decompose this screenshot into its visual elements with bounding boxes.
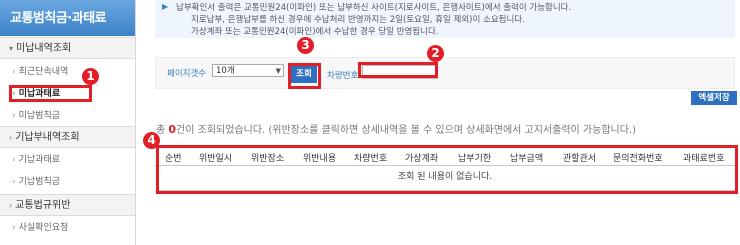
chevron-down-icon: ▼	[275, 67, 281, 75]
bullet-icon: ›	[12, 155, 16, 165]
sidebar-section-violation[interactable]: › 교통법규위반	[0, 194, 135, 216]
chevron-down-icon: ▾	[9, 44, 14, 53]
sidebar-section-label: 기납부내역조회	[15, 132, 80, 143]
annotation-badge-4: 4	[143, 132, 160, 149]
sidebar-section-unpaid[interactable]: ▾ 미납내역조회	[0, 37, 135, 59]
annotation-badge-2: 2	[427, 45, 444, 62]
bullet-icon: ›	[12, 67, 16, 77]
chevron-right-icon: ›	[9, 133, 13, 142]
sidebar-item-label: 기납과태료	[18, 155, 61, 165]
notice-line: 납부확인서 출력은 교통민원24(이파인) 또는 납부하신 사이트(지로사이트,…	[176, 3, 572, 13]
triangle-bullet-icon: ▶	[162, 2, 169, 11]
annotation-badge-3: 3	[297, 37, 314, 54]
sidebar-item-label: 기납범칙금	[18, 177, 61, 187]
annotation-box-2	[358, 62, 438, 78]
annotation-badge-1: 1	[82, 68, 99, 85]
page-count-value: 10개	[216, 66, 235, 76]
sidebar-item-label: 최근단속내역	[18, 67, 69, 77]
excel-save-button[interactable]: 엑셀저장	[691, 91, 737, 105]
sidebar-title: 교통범칙금·과태료	[0, 0, 135, 36]
sidebar: 교통범칙금·과태료 ▾ 미납내역조회 › 최근단속내역 › 미납과태료 › 미납범칙금 …	[0, 0, 136, 245]
page-count-select[interactable]: 10개 ▼	[212, 64, 284, 77]
sidebar-item-recent[interactable]: › 최근단속내역	[0, 64, 135, 80]
bullet-icon: ›	[12, 111, 16, 121]
result-suffix: 건이 조회되었습니다. (위반장소를 클릭하면 상세내역을 볼 수 있으며 상세…	[176, 125, 636, 136]
annotation-box-1	[9, 85, 92, 102]
vehicle-number-label: 차량번호	[327, 71, 359, 81]
sidebar-item-label: 사실확인요청	[18, 223, 69, 233]
notice-line: 지로납부, 은행납부를 하신 경우에 수납처리 반영까지는 2일(토요일, 휴일…	[191, 15, 525, 25]
sidebar-section-label: 교통법규위반	[15, 200, 71, 211]
bullet-icon: ›	[12, 177, 16, 187]
sidebar-item-fact-check[interactable]: › 사실확인요청	[0, 220, 135, 236]
notice-line: 가상계좌 또는 교통민원24(이파인)에서 수납한 경우 당일 반영됩니다.	[191, 27, 439, 37]
annotation-box-4	[156, 145, 738, 194]
sidebar-item-unpaid-penalties[interactable]: › 미납범칙금	[0, 108, 135, 124]
result-summary: 총 0건이 조회되었습니다. (위반장소를 클릭하면 상세내역을 볼 수 있으며…	[156, 121, 636, 136]
annotation-box-3	[288, 63, 321, 89]
result-count: 0	[168, 123, 177, 136]
sidebar-item-paid-fines[interactable]: › 기납과태료	[0, 152, 135, 168]
sidebar-section-paid[interactable]: › 기납부내역조회	[0, 126, 135, 148]
sidebar-item-label: 미납범칙금	[18, 111, 61, 121]
sidebar-item-paid-penalties[interactable]: › 기납범칙금	[0, 174, 135, 190]
chevron-right-icon: ›	[9, 201, 13, 210]
sidebar-section-label: 미납내역조회	[16, 43, 72, 54]
page-count-label: 페이지갯수	[167, 69, 207, 79]
bullet-icon: ›	[12, 223, 16, 233]
